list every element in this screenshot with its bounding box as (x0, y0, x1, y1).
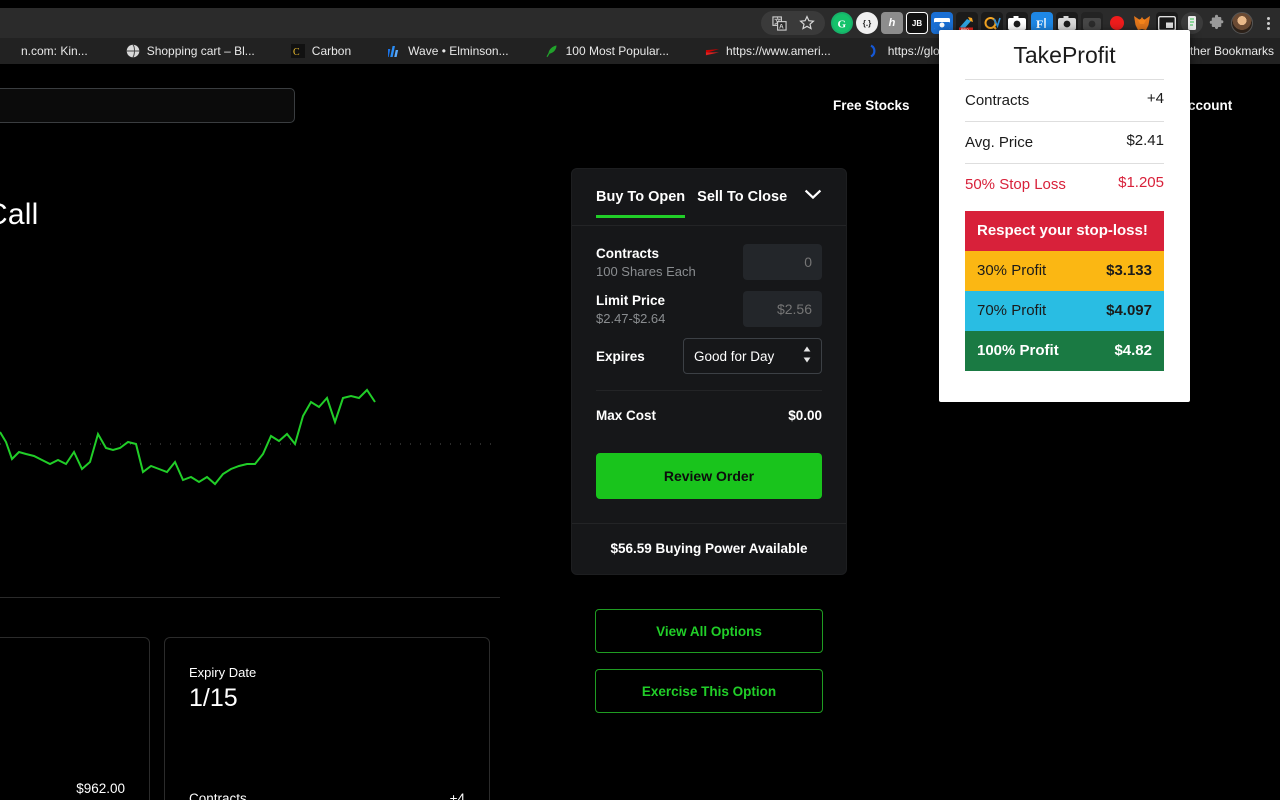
grammarly-extension-icon[interactable]: G (831, 12, 853, 34)
bookmark-item[interactable]: C Carbon (282, 38, 360, 64)
stepper-icon (802, 346, 812, 367)
order-ticket: Buy To Open Sell To Close Contracts 100 … (571, 168, 847, 575)
popup-bar-key: 30% Profit (977, 262, 1046, 279)
chart-line-series (0, 390, 375, 484)
bookmark-label: Shopping cart – Bl... (147, 44, 255, 58)
account-link[interactable]: ccount (1188, 98, 1232, 113)
json-formatter-extension-icon[interactable]: {.} (856, 12, 878, 34)
popup-bar-value: $4.097 (1106, 302, 1152, 319)
popup-bar-key: 100% Profit (977, 342, 1059, 359)
other-bookmarks-button[interactable]: ther Bookmarks (1184, 38, 1280, 64)
popup-row-stop-loss: 50% Stop Loss $1.205 (965, 163, 1164, 205)
search-input[interactable] (0, 88, 295, 123)
bookmark-label: https://www.ameri... (726, 44, 831, 58)
order-ticket-tabs: Buy To Open Sell To Close (572, 169, 846, 225)
contracts-input[interactable] (743, 244, 822, 280)
generic-favicon (0, 44, 15, 59)
browser-tab-strip (0, 0, 1280, 8)
order-ticket-body: Contracts 100 Shares Each Limit Price $2… (572, 226, 846, 499)
chevron-down-icon[interactable] (804, 189, 822, 210)
popup-row-contracts: Contracts +4 (965, 79, 1164, 121)
takeprofit-popup: TakeProfit Contracts +4 Avg. Price $2.41… (939, 30, 1190, 402)
avatar[interactable] (1231, 12, 1253, 34)
limit-price-row: Limit Price $2.47-$2.64 (596, 291, 822, 327)
view-all-options-button[interactable]: View All Options (595, 609, 823, 653)
price-chart (0, 364, 500, 604)
extensions-puzzle-icon[interactable] (1206, 12, 1228, 34)
wave-favicon (387, 44, 402, 59)
limit-price-input[interactable] (743, 291, 822, 327)
other-bookmarks-label: ther Bookmarks (1190, 44, 1274, 58)
popup-bar-30-profit: 30% Profit $3.133 (965, 251, 1164, 291)
svg-text:F: F (1036, 17, 1043, 31)
omnibox-actions: 文A (761, 11, 825, 35)
bookmark-item[interactable]: 100 Most Popular... (536, 38, 678, 64)
market-value: $962.00 (76, 781, 125, 796)
popup-row-avg-price: Avg. Price $2.41 (965, 121, 1164, 163)
tab-sell-to-close[interactable]: Sell To Close (697, 189, 787, 218)
bookmark-label: Carbon (312, 44, 351, 58)
popup-row-value: +4 (1147, 90, 1164, 107)
contracts-value: +4 (450, 791, 465, 800)
globe-favicon (126, 44, 141, 59)
bookmark-item[interactable]: Wave • Elminson... (378, 38, 517, 64)
limit-price-label: Limit Price (596, 293, 665, 308)
bookmark-item[interactable]: n.com: Kin... (0, 38, 97, 64)
popup-row-value: $1.205 (1118, 174, 1164, 191)
contracts-row: Contracts 100 Shares Each (596, 244, 822, 280)
popup-row-key: Avg. Price (965, 132, 1033, 154)
popup-bar-100-profit: 100% Profit $4.82 (965, 331, 1164, 371)
expires-row: Expires Good for Day (596, 338, 822, 374)
expiry-card: Expiry Date 1/15 Contracts +4 MSFT Break… (164, 637, 490, 800)
contracts-label: Contracts (189, 791, 247, 800)
translate-icon[interactable]: 文A (768, 12, 790, 34)
price-chart-svg (0, 364, 500, 604)
feather-favicon (545, 44, 560, 59)
popup-bar-key: 70% Profit (977, 302, 1046, 319)
max-cost-row: Max Cost $0.00 (596, 391, 822, 423)
globalus-favicon (867, 44, 882, 59)
svg-text:G: G (838, 19, 847, 31)
popup-title: TakeProfit (939, 30, 1190, 79)
ameritrade-favicon (705, 44, 720, 59)
contracts-label: Contracts (596, 246, 696, 261)
bookmark-star-icon[interactable] (796, 12, 818, 34)
bookmark-item[interactable]: https://www.ameri... (696, 38, 840, 64)
buying-power-label: $56.59 Buying Power Available (572, 523, 846, 574)
popup-bar-70-profit: 70% Profit $4.097 (965, 291, 1164, 331)
jetbrains-extension-icon[interactable]: JB (906, 12, 928, 34)
expiry-date-label: Expiry Date (189, 665, 256, 680)
expires-select[interactable]: Good for Day (683, 338, 822, 374)
expires-label: Expires (596, 349, 645, 364)
carbon-favicon: C (291, 44, 306, 59)
bookmark-label: 100 Most Popular... (566, 44, 669, 58)
limit-price-sublabel: $2.47-$2.64 (596, 311, 665, 326)
popup-row-key: 50% Stop Loss (965, 174, 1066, 196)
popup-row-value: $2.41 (1126, 132, 1164, 149)
page-title: Call (0, 198, 38, 232)
popup-bar-value: $4.82 (1114, 342, 1152, 359)
expires-value: Good for Day (694, 349, 774, 364)
max-cost-label: Max Cost (596, 408, 656, 423)
popup-row-key: Contracts (965, 90, 1029, 112)
free-stocks-link[interactable]: Free Stocks (833, 98, 910, 113)
review-order-button[interactable]: Review Order (596, 453, 822, 499)
expiry-date-value: 1/15 (189, 684, 238, 713)
popup-bar-value: $3.133 (1106, 262, 1152, 279)
bookmark-label: n.com: Kin... (21, 44, 88, 58)
exercise-option-button[interactable]: Exercise This Option (595, 669, 823, 713)
stop-loss-banner: Respect your stop-loss! (965, 211, 1164, 251)
chart-baseline (0, 597, 500, 598)
tab-buy-to-open[interactable]: Buy To Open (596, 189, 685, 218)
max-cost-value: $0.00 (788, 408, 822, 423)
bookmark-label: Wave • Elminson... (408, 44, 508, 58)
svg-text:C: C (293, 47, 300, 58)
bookmark-item[interactable]: Shopping cart – Bl... (117, 38, 264, 64)
svg-text:A: A (779, 23, 784, 30)
honey-extension-icon[interactable]: h (881, 12, 903, 34)
browser-menu-icon[interactable] (1260, 17, 1276, 30)
position-summary-card: $962.00 +$62.00 (+6.44%) (0, 637, 150, 800)
contracts-sublabel: 100 Shares Each (596, 264, 696, 279)
